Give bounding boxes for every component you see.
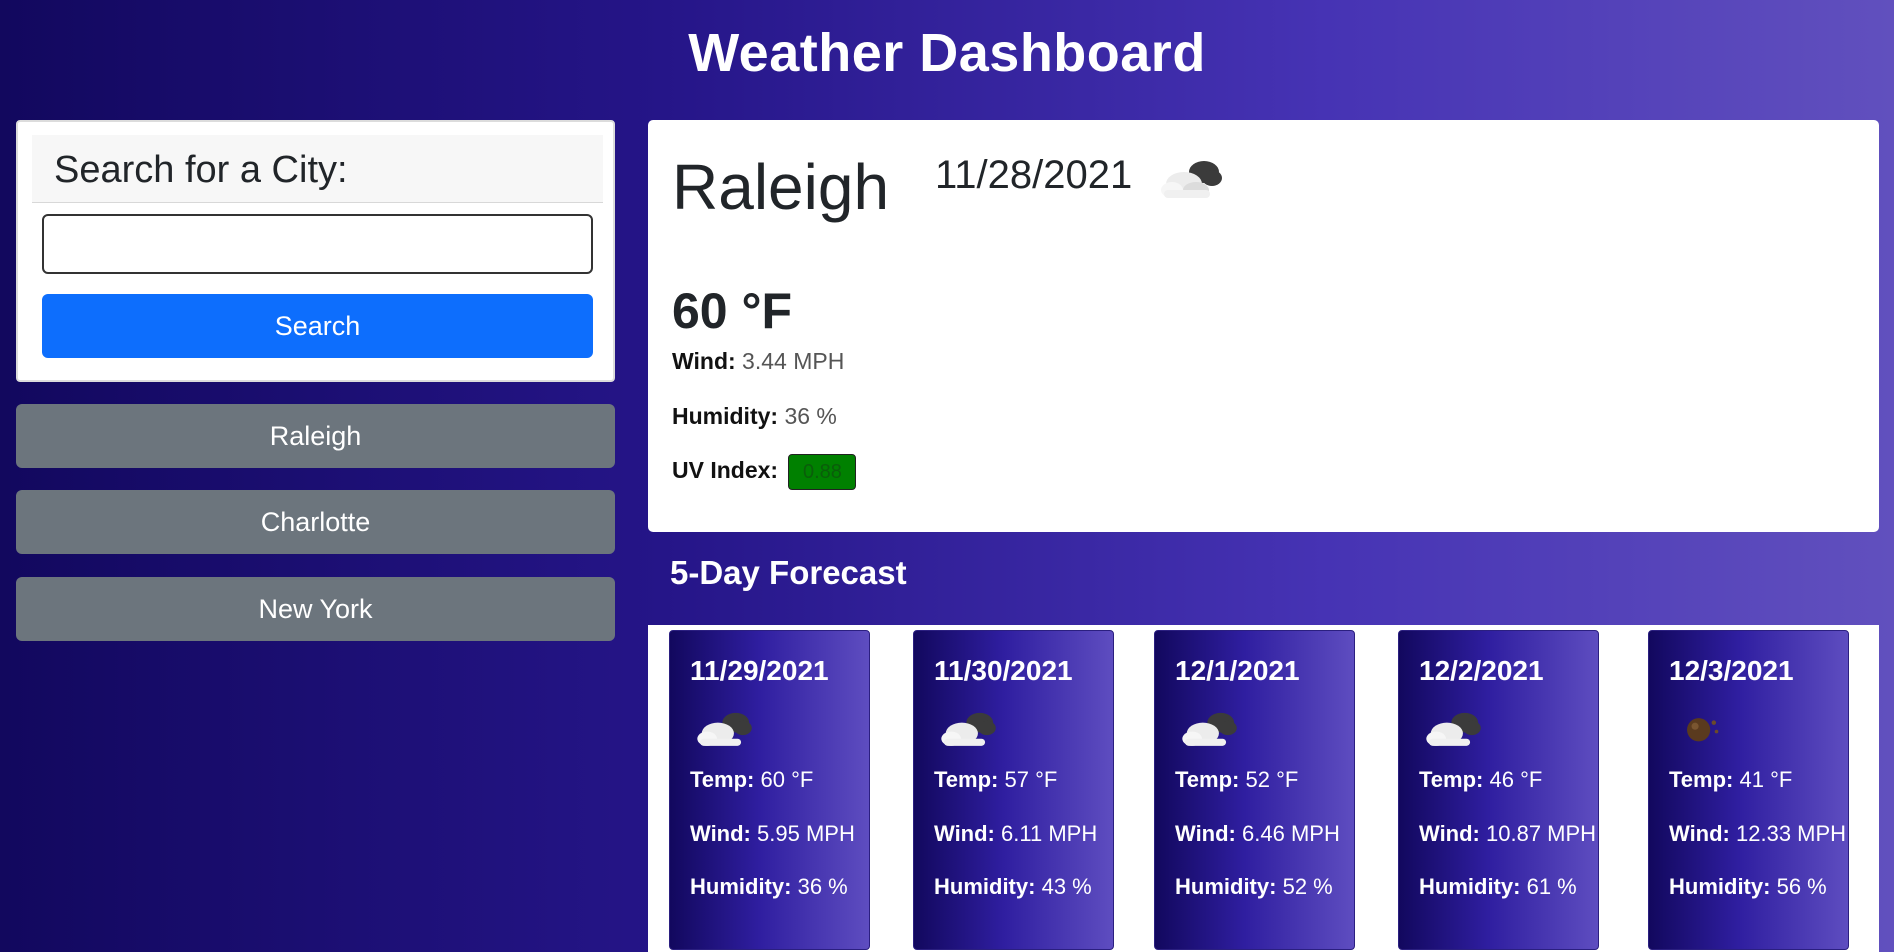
current-wind: Wind: 3.44 MPH — [672, 348, 844, 375]
history-button-charlotte[interactable]: Charlotte — [16, 490, 615, 554]
cloudy-icon — [1182, 712, 1237, 746]
humidity-value: 56 % — [1776, 874, 1827, 899]
temp-label: Temp: — [1419, 767, 1484, 792]
forecast-temp: Temp: 41 °F — [1669, 767, 1792, 793]
night-partly-cloudy-icon — [1687, 718, 1719, 742]
forecast-date: 11/30/2021 — [934, 655, 1073, 686]
forecast-humidity: Humidity: 43 % — [934, 874, 1092, 900]
forecast-humidity: Humidity: 61 % — [1419, 874, 1577, 900]
forecast-humidity: Humidity: 52 % — [1175, 874, 1333, 900]
humidity-label: Humidity: — [1669, 874, 1771, 899]
cloudy-icon — [1426, 712, 1481, 746]
temp-value: 52 °F — [1245, 767, 1299, 792]
wind-value: 5.95 MPH — [757, 821, 855, 846]
current-weather-card: Raleigh 11/28/2021 60 °F Wind: 3.44 MPH … — [648, 120, 1879, 532]
history-button-new-york[interactable]: New York — [16, 577, 615, 641]
forecast-date: 12/2/2021 — [1419, 655, 1544, 686]
humidity-value: 61 % — [1526, 874, 1577, 899]
wind-value: 10.87 MPH — [1486, 821, 1597, 846]
wind-value: 6.11 MPH — [1001, 821, 1098, 846]
wind-label: Wind: — [690, 821, 751, 846]
current-city-name: Raleigh — [672, 151, 890, 223]
forecast-title: 5-Day Forecast — [670, 554, 907, 591]
forecast-temp: Temp: 52 °F — [1175, 767, 1298, 793]
current-date: 11/28/2021 — [935, 153, 1133, 197]
history-button-raleigh[interactable]: Raleigh — [16, 404, 615, 468]
forecast-card: 12/2/2021 Temp: 46 °F Wind: 10.87 MPH Hu… — [1398, 630, 1599, 950]
temp-label: Temp: — [1669, 767, 1734, 792]
forecast-card: 12/1/2021 Temp: 52 °F Wind: 6.46 MPH Hum… — [1154, 630, 1355, 950]
humidity-value: 43 % — [1041, 874, 1092, 899]
uv-index-badge: 0.88 — [788, 454, 857, 490]
temp-label: Temp: — [1175, 767, 1240, 792]
search-card: Search for a City: Search — [16, 120, 615, 382]
current-humidity: Humidity: 36 % — [672, 403, 837, 430]
forecast-wind: Wind: 6.11 MPH — [934, 821, 1097, 847]
forecast-humidity: Humidity: 56 % — [1669, 874, 1827, 900]
wind-label: Wind: — [1175, 821, 1236, 846]
wind-value: 3.44 MPH — [742, 348, 845, 374]
wind-label: Wind: — [1419, 821, 1480, 846]
temp-value: 46 °F — [1489, 767, 1543, 792]
wind-value: 6.46 MPH — [1242, 821, 1340, 846]
forecast-date: 12/3/2021 — [1669, 655, 1794, 686]
forecast-wind: Wind: 6.46 MPH — [1175, 821, 1340, 847]
cloudy-icon — [697, 712, 752, 746]
forecast-card: 11/30/2021 Temp: 57 °F Wind: 6.11 MPH Hu… — [913, 630, 1114, 950]
forecast-wind: Wind: 12.33 MPH — [1669, 821, 1846, 847]
humidity-value: 36 % — [784, 403, 837, 429]
temp-value: 57 °F — [1004, 767, 1058, 792]
wind-value: 12.33 MPH — [1736, 821, 1847, 846]
temp-value: 41 °F — [1739, 767, 1793, 792]
cloudy-icon — [1161, 161, 1222, 198]
forecast-temp: Temp: 60 °F — [690, 767, 813, 793]
humidity-label: Humidity: — [690, 874, 792, 899]
humidity-label: Humidity: — [1419, 874, 1521, 899]
forecast-temp: Temp: 57 °F — [934, 767, 1057, 793]
forecast-date: 11/29/2021 — [690, 655, 829, 686]
app-title: Weather Dashboard — [688, 23, 1206, 83]
humidity-label: Humidity: — [934, 874, 1036, 899]
cloudy-icon — [941, 712, 996, 746]
forecast-humidity: Humidity: 36 % — [690, 874, 848, 900]
search-button[interactable]: Search — [42, 294, 593, 358]
search-card-header: Search for a City: — [32, 135, 603, 203]
temp-label: Temp: — [934, 767, 999, 792]
humidity-label: Humidity: — [1175, 874, 1277, 899]
humidity-value: 52 % — [1282, 874, 1333, 899]
forecast-temp: Temp: 46 °F — [1419, 767, 1542, 793]
search-heading: Search for a City: — [54, 149, 348, 191]
forecast-wind: Wind: 5.95 MPH — [690, 821, 855, 847]
forecast-date: 12/1/2021 — [1175, 655, 1300, 686]
uv-label: UV Index: — [672, 457, 779, 484]
forecast-card: 12/3/2021 Temp: 41 °F Wind: 12.33 MPH Hu… — [1648, 630, 1849, 950]
current-uv-index: UV Index: 0.88 — [672, 454, 857, 490]
current-temp: 60 °F — [672, 283, 793, 339]
search-input[interactable] — [42, 214, 593, 274]
humidity-value: 36 % — [797, 874, 848, 899]
forecast-card: 11/29/2021 Temp: 60 °F Wind: 5.95 MPH Hu… — [669, 630, 870, 950]
forecast-wind: Wind: 10.87 MPH — [1419, 821, 1596, 847]
humidity-label: Humidity: — [672, 403, 779, 429]
wind-label: Wind: — [672, 348, 736, 374]
wind-label: Wind: — [934, 821, 995, 846]
wind-label: Wind: — [1669, 821, 1730, 846]
temp-label: Temp: — [690, 767, 755, 792]
temp-value: 60 °F — [760, 767, 814, 792]
